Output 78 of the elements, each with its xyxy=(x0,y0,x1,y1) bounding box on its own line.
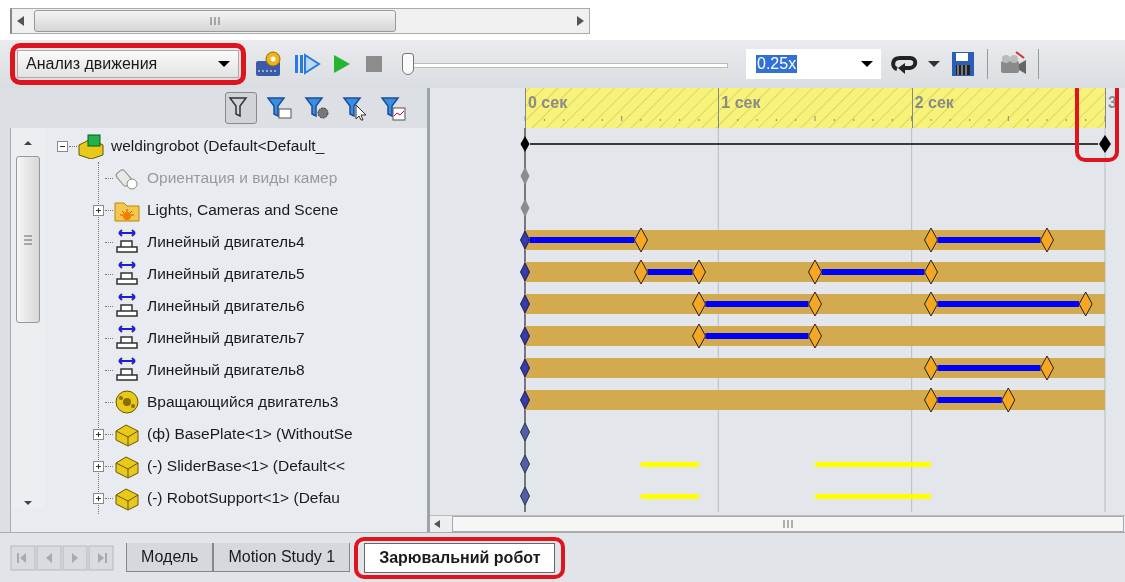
keyframe-marker[interactable] xyxy=(520,136,530,152)
keyframe-marker[interactable] xyxy=(924,227,938,253)
motion-segment xyxy=(641,494,699,499)
keyframe-marker[interactable] xyxy=(520,199,530,217)
tab[interactable]: Модель xyxy=(126,543,214,572)
filter-icon xyxy=(380,95,406,121)
vertical-scrollbar[interactable] xyxy=(11,128,45,508)
linear-motor-icon xyxy=(113,357,141,383)
keyframe-marker[interactable] xyxy=(1001,387,1016,413)
linear-motor-icon xyxy=(113,325,141,351)
caret-icon xyxy=(861,60,873,68)
scrollbar-thumb[interactable] xyxy=(34,10,396,32)
filter-icon xyxy=(342,95,368,121)
horizontal-scrollbar[interactable] xyxy=(10,8,590,34)
keyframe-marker[interactable] xyxy=(634,259,648,285)
tree-item-label[interactable]: (ф) BasePlate<1> (WithoutSe xyxy=(147,425,353,443)
keyframe-marker[interactable] xyxy=(692,259,706,285)
keyframe-marker[interactable] xyxy=(520,326,530,346)
speed-field[interactable]: 0.25x xyxy=(746,49,881,79)
keyframe-marker[interactable] xyxy=(1040,355,1054,381)
calculate-icon[interactable] xyxy=(254,49,284,79)
tree-item-label[interactable]: Линейный двигатель7 xyxy=(147,329,305,347)
tree-item-label[interactable]: (-) SliderBase<1> (Default<< xyxy=(147,457,346,475)
keyframe-marker[interactable] xyxy=(520,167,530,185)
keyframe-marker[interactable] xyxy=(1078,291,1093,317)
assembly-icon xyxy=(77,133,105,159)
scrollbar-thumb[interactable] xyxy=(16,156,40,323)
keyframe-marker[interactable] xyxy=(1040,227,1054,253)
linear-motor-icon xyxy=(113,261,141,287)
keyframe-marker[interactable] xyxy=(924,355,938,381)
keyframe-marker[interactable] xyxy=(520,422,530,442)
linear-motor-icon xyxy=(113,293,141,319)
keyframe-marker[interactable] xyxy=(520,358,530,378)
keyframe-marker[interactable] xyxy=(924,387,938,413)
keyframe-marker[interactable] xyxy=(924,259,938,285)
tick-label: 0 сек xyxy=(528,94,568,112)
keyframe-marker[interactable] xyxy=(924,291,938,317)
tree-item-label[interactable]: weldingrobot (Default<Default_ xyxy=(111,137,325,155)
caret-icon xyxy=(218,60,230,68)
motion-segment xyxy=(641,462,699,467)
tree-item-label[interactable]: Линейный двигатель4 xyxy=(147,233,305,251)
rotary-motor-icon xyxy=(113,389,141,415)
time-slider[interactable] xyxy=(402,51,728,77)
tick-label: 2 сек xyxy=(914,94,954,112)
expand-toggle[interactable] xyxy=(93,460,104,472)
keyframe-marker[interactable] xyxy=(520,262,530,282)
tick-label: 1 сек xyxy=(721,94,761,112)
tree-item-label[interactable]: Линейный двигатель8 xyxy=(147,361,305,379)
keyframe-marker[interactable] xyxy=(520,294,530,314)
expand-toggle[interactable] xyxy=(93,204,104,216)
keyframe-marker[interactable] xyxy=(634,227,648,253)
keyframe-marker[interactable] xyxy=(520,390,530,410)
keyframe-marker[interactable] xyxy=(808,323,822,349)
tab[interactable]: Зарювальний робот xyxy=(364,542,556,573)
tree-item-label[interactable]: Lights, Cameras and Scene xyxy=(147,201,339,219)
collapse-toggle[interactable] xyxy=(57,140,68,152)
study-type-dropdown[interactable]: Анализ движения xyxy=(17,50,239,78)
tree-item-label[interactable]: Линейный двигатель6 xyxy=(147,297,305,315)
keyframe-marker[interactable] xyxy=(808,291,822,317)
keyframe-marker[interactable] xyxy=(520,486,530,506)
filter-icon xyxy=(304,95,330,121)
keyframe-marker[interactable] xyxy=(1099,135,1111,153)
slider-thumb[interactable] xyxy=(402,53,414,75)
tab[interactable]: Motion Study 1 xyxy=(213,543,351,572)
save-icon[interactable] xyxy=(949,49,977,79)
filter-icon xyxy=(266,95,292,121)
tree-item-label[interactable]: Вращающийся двигатель3 xyxy=(147,393,339,411)
expand-toggle[interactable] xyxy=(93,492,104,504)
keyframe-marker[interactable] xyxy=(692,291,706,317)
keyframe-marker[interactable] xyxy=(808,259,822,285)
linear-motor-icon xyxy=(113,229,141,255)
expand-toggle[interactable] xyxy=(93,428,104,440)
keyframe-marker[interactable] xyxy=(692,323,706,349)
tree-item-label[interactable]: Линейный двигатель5 xyxy=(147,265,305,283)
keyframe-marker[interactable] xyxy=(520,230,530,250)
keyframe-marker[interactable] xyxy=(520,454,530,474)
filter-button[interactable] xyxy=(225,92,257,124)
tree-item-label[interactable]: (-) RobotSupport<1> (Defau xyxy=(147,489,340,507)
